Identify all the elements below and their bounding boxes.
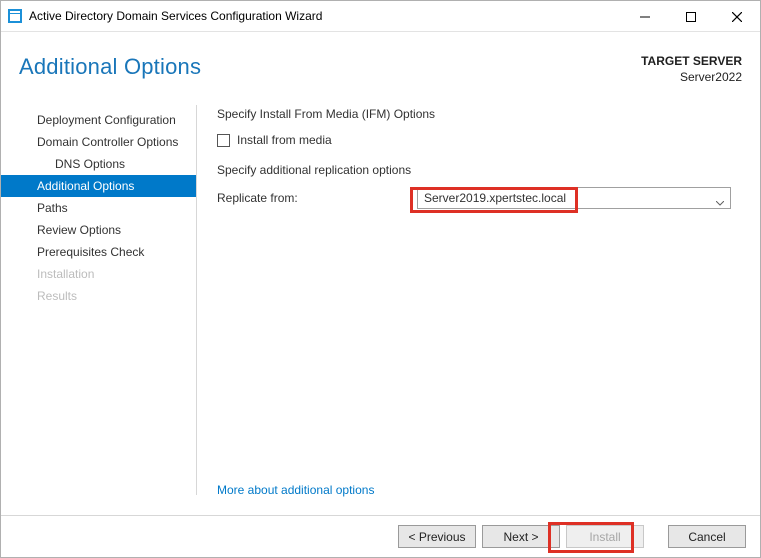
titlebar: Active Directory Domain Services Configu… [1, 1, 760, 32]
next-button[interactable]: Next > [482, 525, 560, 548]
target-server-block: TARGET SERVER Server2022 [641, 54, 742, 85]
app-icon [7, 8, 23, 24]
window-controls [622, 1, 760, 32]
sidebar-item-prerequisites-check[interactable]: Prerequisites Check [1, 241, 196, 263]
wizard-footer: < Previous Next > Install Cancel [1, 515, 760, 557]
target-server-label: TARGET SERVER [641, 54, 742, 70]
minimize-button[interactable] [622, 1, 668, 32]
page-title: Additional Options [19, 54, 201, 80]
sidebar-item-results: Results [1, 285, 196, 307]
sidebar-item-domain-controller-options[interactable]: Domain Controller Options [1, 131, 196, 153]
sidebar-item-review-options[interactable]: Review Options [1, 219, 196, 241]
sidebar-item-additional-options[interactable]: Additional Options [1, 175, 196, 197]
sidebar-item-deployment-configuration[interactable]: Deployment Configuration [1, 109, 196, 131]
wizard-header: Additional Options TARGET SERVER Server2… [1, 32, 760, 95]
install-from-media-label: Install from media [237, 133, 332, 147]
chevron-down-icon [716, 195, 724, 200]
close-button[interactable] [714, 1, 760, 32]
sidebar-item-paths[interactable]: Paths [1, 197, 196, 219]
main-panel: Specify Install From Media (IFM) Options… [197, 105, 760, 515]
sidebar-item-installation: Installation [1, 263, 196, 285]
sidebar: Deployment Configuration Domain Controll… [1, 105, 197, 495]
install-button: Install [566, 525, 644, 548]
install-from-media-row: Install from media [217, 133, 738, 147]
replicate-from-combobox[interactable]: Server2019.xpertstec.local [417, 187, 731, 209]
replicate-from-combo-wrap: Server2019.xpertstec.local [417, 187, 731, 209]
wizard-body: Deployment Configuration Domain Controll… [1, 95, 760, 515]
replication-section-label: Specify additional replication options [217, 163, 738, 177]
replicate-from-value: Server2019.xpertstec.local [424, 191, 566, 205]
sidebar-item-dns-options[interactable]: DNS Options [1, 153, 196, 175]
wizard-window: Active Directory Domain Services Configu… [0, 0, 761, 558]
maximize-button[interactable] [668, 1, 714, 32]
replicate-from-row: Replicate from: Server2019.xpertstec.loc… [217, 187, 738, 209]
more-about-link[interactable]: More about additional options [217, 483, 374, 497]
previous-button[interactable]: < Previous [398, 525, 476, 548]
ifm-section-label: Specify Install From Media (IFM) Options [217, 107, 738, 121]
target-server-value: Server2022 [641, 70, 742, 86]
cancel-button[interactable]: Cancel [668, 525, 746, 548]
install-from-media-checkbox[interactable] [217, 134, 230, 147]
replicate-from-label: Replicate from: [217, 191, 417, 205]
window-title: Active Directory Domain Services Configu… [29, 9, 322, 23]
